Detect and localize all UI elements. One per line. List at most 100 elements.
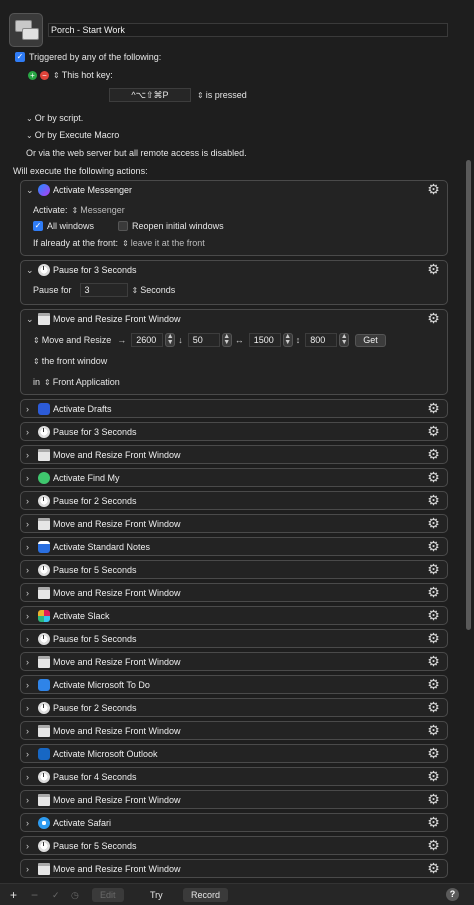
macro-name-field[interactable]: Porch - Start Work: [48, 23, 448, 37]
action-collapsed[interactable]: › Move and Resize Front Window ⚙: [20, 514, 448, 533]
chevron-right-icon[interactable]: ›: [26, 565, 34, 575]
remove-trigger-icon[interactable]: −: [40, 70, 49, 80]
chevron-down-icon[interactable]: ⌄: [26, 314, 34, 324]
gear-icon[interactable]: ⚙: [426, 539, 441, 554]
try-button[interactable]: Try: [150, 888, 163, 902]
action-collapsed[interactable]: › Move and Resize Front Window ⚙: [20, 652, 448, 671]
action-collapsed[interactable]: › Activate Standard Notes ⚙: [20, 537, 448, 556]
chevron-down-icon[interactable]: ⌄: [26, 185, 34, 195]
chevron-right-icon[interactable]: ›: [26, 450, 34, 460]
triggered-checkbox[interactable]: ✓: [15, 52, 25, 62]
x-field[interactable]: 2600: [131, 333, 164, 347]
edit-button[interactable]: Edit: [92, 888, 124, 902]
scrollbar[interactable]: [466, 160, 471, 630]
chevron-right-icon[interactable]: ›: [26, 749, 34, 759]
chevron-right-icon[interactable]: ›: [26, 542, 34, 552]
chevron-right-icon[interactable]: ›: [26, 864, 34, 874]
gear-icon[interactable]: ⚙: [426, 631, 441, 646]
gear-icon[interactable]: ⚙: [426, 562, 441, 577]
all-windows-checkbox[interactable]: ✓: [33, 221, 43, 231]
gear-icon[interactable]: ⚙: [426, 262, 441, 277]
chevron-right-icon[interactable]: ›: [26, 634, 34, 644]
height-stepper[interactable]: ▲ ▼: [339, 333, 350, 347]
action-collapsed[interactable]: › Pause for 3 Seconds ⚙: [20, 422, 448, 441]
help-button[interactable]: ?: [446, 888, 459, 901]
y-field[interactable]: 50: [187, 333, 220, 347]
action-collapsed[interactable]: › Move and Resize Front Window ⚙: [20, 859, 448, 878]
chevron-right-icon[interactable]: ›: [26, 772, 34, 782]
gear-icon[interactable]: ⚙: [426, 677, 441, 692]
chevron-right-icon[interactable]: ›: [26, 726, 34, 736]
hotkey-field[interactable]: ^⌥⇧⌘P: [109, 88, 191, 102]
trigger-type-icon[interactable]: ⇕: [53, 71, 60, 80]
gear-icon[interactable]: ⚙: [426, 182, 441, 197]
action-collapsed[interactable]: › Move and Resize Front Window ⚙: [20, 790, 448, 809]
if-already-select[interactable]: leave it at the front: [131, 238, 205, 248]
gear-icon[interactable]: ⚙: [426, 792, 441, 807]
action-collapsed[interactable]: › Pause for 5 Seconds ⚙: [20, 836, 448, 855]
gear-icon[interactable]: ⚙: [426, 424, 441, 439]
in-select[interactable]: Front Application: [53, 377, 120, 387]
gear-icon[interactable]: ⚙: [426, 608, 441, 623]
reopen-checkbox[interactable]: [118, 221, 129, 231]
if-already-select-icon[interactable]: ⇕: [122, 239, 129, 248]
gear-icon[interactable]: ⚙: [426, 861, 441, 876]
app-select-icon[interactable]: ⇕: [72, 206, 79, 215]
chevron-right-icon[interactable]: ›: [26, 427, 34, 437]
hotkey-condition-icon[interactable]: ⇕: [197, 91, 204, 100]
action-collapsed[interactable]: › Pause for 5 Seconds ⚙: [20, 560, 448, 579]
hotkey-condition[interactable]: is pressed: [206, 90, 247, 100]
record-button[interactable]: Record: [183, 888, 229, 902]
action-collapsed[interactable]: › Activate Slack ⚙: [20, 606, 448, 625]
action-collapsed[interactable]: › Activate Safari ⚙: [20, 813, 448, 832]
action-activate-messenger[interactable]: ⌄ Activate Messenger ⚙ Activate: ⇕ Messe…: [20, 180, 448, 256]
or-by-execute-row[interactable]: ⌄ Or by Execute Macro: [26, 130, 119, 140]
chevron-right-icon[interactable]: ›: [26, 519, 34, 529]
gear-icon[interactable]: ⚙: [426, 311, 441, 326]
chevron-right-icon[interactable]: ›: [26, 680, 34, 690]
action-collapsed[interactable]: › Activate Microsoft To Do ⚙: [20, 675, 448, 694]
action-collapsed[interactable]: › Pause for 2 Seconds ⚙: [20, 491, 448, 510]
add-action-button[interactable]: +: [10, 888, 17, 902]
gear-icon[interactable]: ⚙: [426, 654, 441, 669]
gear-icon[interactable]: ⚙: [426, 700, 441, 715]
action-collapsed[interactable]: › Activate Microsoft Outlook ⚙: [20, 744, 448, 763]
action-collapsed[interactable]: › Pause for 5 Seconds ⚙: [20, 629, 448, 648]
width-stepper[interactable]: ▲ ▼: [282, 333, 293, 347]
macro-icon[interactable]: [9, 13, 43, 47]
unit-select-icon[interactable]: ⇕: [132, 286, 139, 295]
action-pause[interactable]: ⌄ Pause for 3 Seconds ⚙ Pause for 3 ⇕ Se…: [20, 260, 448, 305]
target-select-icon[interactable]: ⇕: [33, 357, 40, 366]
or-by-script-row[interactable]: ⌄ Or by script.: [26, 113, 83, 123]
gear-icon[interactable]: ⚙: [426, 493, 441, 508]
unit-select[interactable]: Seconds: [140, 285, 175, 295]
get-button[interactable]: Get: [355, 333, 386, 347]
remove-action-button[interactable]: −: [31, 888, 38, 902]
chevron-right-icon[interactable]: ›: [26, 841, 34, 851]
in-select-icon[interactable]: ⇕: [44, 378, 51, 387]
gear-icon[interactable]: ⚙: [426, 447, 441, 462]
action-move-resize[interactable]: ⌄ Move and Resize Front Window ⚙ ⇕ Move …: [20, 309, 448, 395]
checkmark-icon[interactable]: ✓: [52, 888, 60, 902]
chevron-right-icon[interactable]: ›: [26, 611, 34, 621]
action-header[interactable]: ⌄ Pause for 3 Seconds ⚙: [21, 261, 447, 280]
action-collapsed[interactable]: › Move and Resize Front Window ⚙: [20, 583, 448, 602]
y-stepper[interactable]: ▲ ▼: [221, 333, 232, 347]
add-trigger-icon[interactable]: +: [28, 70, 37, 80]
gear-icon[interactable]: ⚙: [426, 838, 441, 853]
chevron-right-icon[interactable]: ›: [26, 703, 34, 713]
chevron-right-icon[interactable]: ›: [26, 496, 34, 506]
chevron-right-icon[interactable]: ›: [26, 657, 34, 667]
height-field[interactable]: 800: [305, 333, 338, 347]
chevron-right-icon[interactable]: ›: [26, 818, 34, 828]
action-header[interactable]: ⌄ Move and Resize Front Window ⚙: [21, 310, 447, 329]
clock-button-icon[interactable]: ◷: [71, 888, 79, 902]
gear-icon[interactable]: ⚙: [426, 769, 441, 784]
chevron-right-icon[interactable]: ›: [26, 588, 34, 598]
action-collapsed[interactable]: › Activate Find My ⚙: [20, 468, 448, 487]
gear-icon[interactable]: ⚙: [426, 746, 441, 761]
mode-select-icon[interactable]: ⇕: [33, 336, 40, 345]
action-collapsed[interactable]: › Move and Resize Front Window ⚙: [20, 721, 448, 740]
action-collapsed[interactable]: › Pause for 2 Seconds ⚙: [20, 698, 448, 717]
gear-icon[interactable]: ⚙: [426, 585, 441, 600]
